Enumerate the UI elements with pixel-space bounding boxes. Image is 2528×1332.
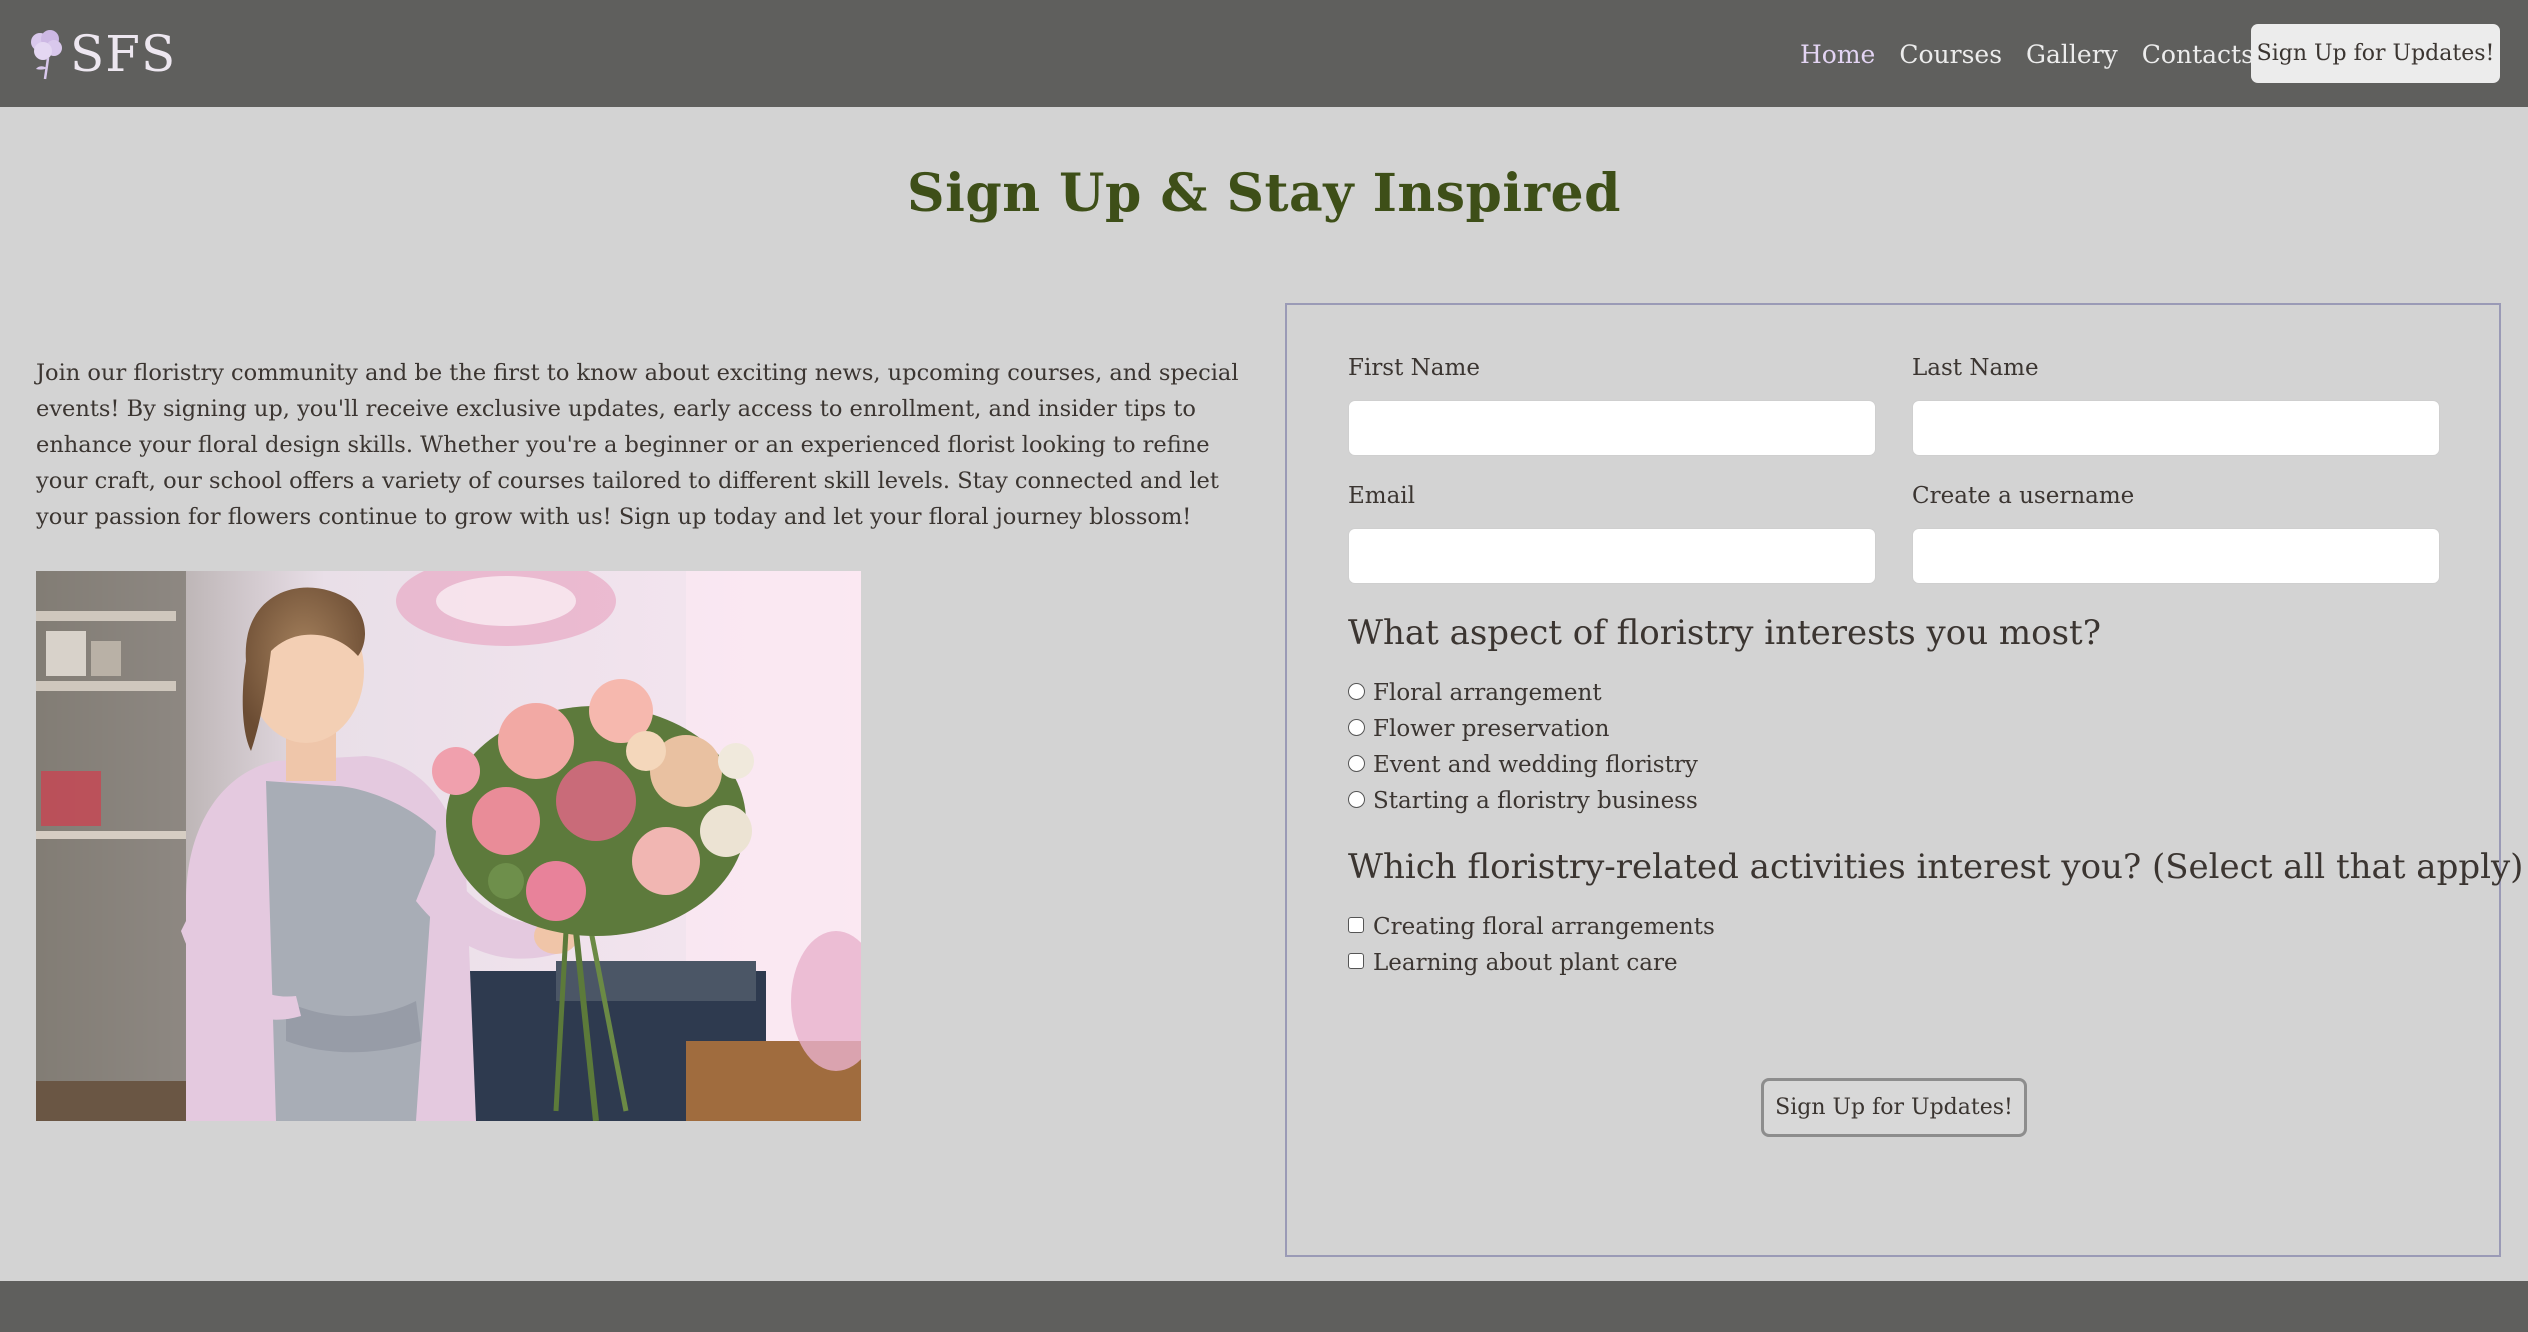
email-input[interactable]	[1348, 528, 1876, 584]
radio-option[interactable]: Starting a floristry business	[1348, 785, 1698, 817]
radio-option[interactable]: Floral arrangement	[1348, 677, 1602, 709]
florist-photo-illustration	[36, 571, 861, 1121]
top-navbar: SFS Home Courses Gallery Contacts Sign U…	[0, 0, 2528, 107]
radio-label: Starting a floristry business	[1373, 788, 1698, 814]
activities-question: Which floristry-related activities inter…	[1348, 847, 2524, 887]
radio-button[interactable]	[1348, 682, 1365, 700]
signup-form: First Name Last Name Email Create a user…	[1285, 303, 2523, 1257]
florist-photo	[36, 571, 861, 1121]
brand-name: SFS	[70, 25, 177, 83]
nav-signup-button[interactable]: Sign Up for Updates!	[2251, 24, 2500, 83]
intro-paragraph: Join our floristry community and be the …	[36, 360, 1239, 530]
checkbox-option[interactable]: Creating floral arrangements	[1348, 911, 1715, 943]
first-name-input[interactable]	[1348, 400, 1876, 456]
checkbox-option[interactable]: Learning about plant care	[1348, 947, 1678, 979]
nav-link-home[interactable]: Home	[1800, 40, 1875, 69]
radio-button[interactable]	[1348, 754, 1365, 772]
last-name-input[interactable]	[1912, 400, 2440, 456]
brand-logo[interactable]: SFS	[26, 26, 176, 82]
radio-button[interactable]	[1348, 790, 1365, 808]
checkbox-label: Learning about plant care	[1373, 950, 1678, 976]
page-title: Sign Up & Stay Inspired	[907, 163, 1621, 224]
radio-label: Floral arrangement	[1373, 680, 1602, 706]
radio-option[interactable]: Flower preservation	[1348, 713, 1609, 745]
flower-icon	[31, 30, 62, 80]
footer-bar	[0, 1281, 2528, 1332]
nav-links: Home Courses Gallery Contacts	[1800, 34, 2278, 74]
checkbox[interactable]	[1348, 953, 1364, 969]
username-label: Create a username	[1912, 483, 2135, 509]
nav-link-gallery[interactable]: Gallery	[2026, 40, 2118, 69]
last-name-label: Last Name	[1912, 355, 2039, 381]
email-label: Email	[1348, 483, 1416, 509]
checkbox-label: Creating floral arrangements	[1373, 914, 1715, 940]
radio-label: Flower preservation	[1373, 716, 1610, 742]
checkbox[interactable]	[1348, 917, 1364, 933]
first-name-label: First Name	[1348, 355, 1480, 381]
radio-button[interactable]	[1348, 718, 1365, 736]
nav-link-contacts[interactable]: Contacts	[2142, 40, 2254, 69]
username-input[interactable]	[1912, 528, 2440, 584]
radio-option[interactable]: Event and wedding floristry	[1348, 749, 1698, 781]
submit-button[interactable]: Sign Up for Updates!	[1761, 1078, 2027, 1137]
interest-question: What aspect of floristry interests you m…	[1348, 613, 2101, 653]
radio-label: Event and wedding floristry	[1373, 752, 1698, 778]
nav-link-courses[interactable]: Courses	[1899, 40, 2002, 69]
